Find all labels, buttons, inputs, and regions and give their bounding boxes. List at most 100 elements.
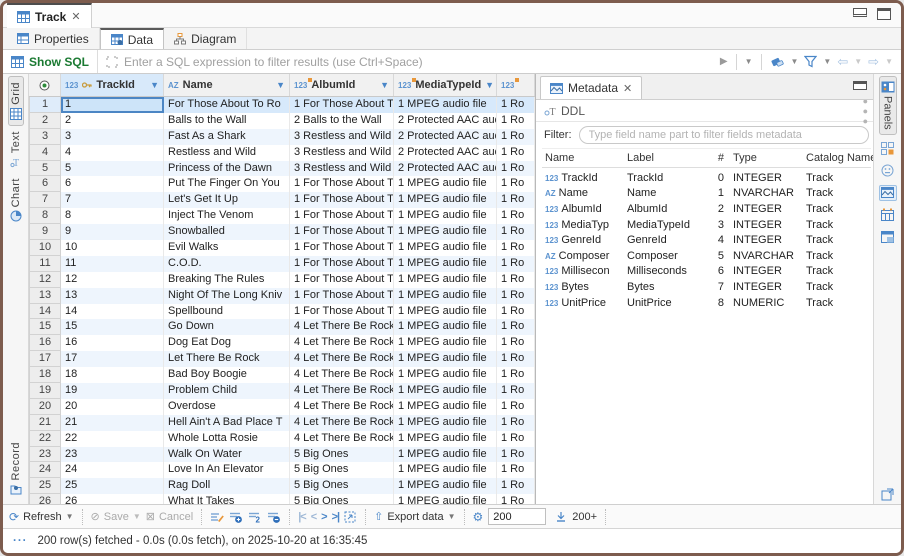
cell-genreid[interactable]: 1 Ro [497, 176, 535, 192]
cell-albumid[interactable]: 3 Restless and Wild [290, 129, 394, 145]
goto-row-icon[interactable] [344, 511, 357, 523]
cell-genreid[interactable]: 1 Ro [497, 335, 535, 351]
cell-trackid[interactable]: 5 [61, 161, 164, 177]
cell-mediatypeid[interactable]: 1 MPEG audio file [394, 288, 497, 304]
row-number[interactable]: 11 [29, 256, 61, 272]
metadata-row-milliseconds[interactable]: 123MilliseconMilliseconds6INTEGERTrack [542, 264, 871, 280]
cell-albumid[interactable]: 1 For Those About To [290, 240, 394, 256]
cell-name[interactable]: Inject The Venom [164, 208, 290, 224]
metadata-row-composer[interactable]: AZComposerComposer5NVARCHARTrack [542, 248, 871, 264]
filter-history-dropdown-icon[interactable]: ▼ [745, 57, 753, 66]
cell-albumid[interactable]: 4 Let There Be Rock [290, 399, 394, 415]
cell-name[interactable]: Walk On Water [164, 447, 290, 463]
metadata-row-albumid[interactable]: 123AlbumIdAlbumId2INTEGERTrack [542, 201, 871, 217]
cell-trackid[interactable]: 24 [61, 462, 164, 478]
cell-mediatypeid[interactable]: 1 MPEG audio file [394, 240, 497, 256]
cancel-button[interactable]: ⊠ Cancel [146, 510, 193, 523]
metadata-minimize-icon[interactable] [853, 81, 867, 90]
cell-trackid[interactable]: 6 [61, 176, 164, 192]
cell-name[interactable]: Put The Finger On You [164, 176, 290, 192]
cell-mediatypeid[interactable]: 1 MPEG audio file [394, 462, 497, 478]
view-tab-record[interactable]: Record [9, 437, 23, 500]
tab-data[interactable]: Data [100, 28, 164, 49]
cell-name[interactable]: Rag Doll [164, 478, 290, 494]
cell-name[interactable]: Problem Child [164, 383, 290, 399]
select-all-cell[interactable] [29, 74, 61, 96]
tab-metadata-close-icon[interactable]: ✕ [623, 82, 632, 95]
cell-genreid[interactable]: 1 Ro [497, 319, 535, 335]
cell-genreid[interactable]: 1 Ro [497, 113, 535, 129]
cell-mediatypeid[interactable]: 2 Protected AAC audio [394, 129, 497, 145]
cell-genreid[interactable]: 1 Ro [497, 304, 535, 320]
status-menu-icon[interactable]: ··· [13, 535, 28, 547]
cell-trackid[interactable]: 18 [61, 367, 164, 383]
cell-genreid[interactable]: 1 Ro [497, 462, 535, 478]
cell-trackid[interactable]: 10 [61, 240, 164, 256]
cell-albumid[interactable]: 5 Big Ones [290, 494, 394, 504]
edit-cell-icon[interactable] [210, 511, 224, 523]
nav-back-dropdown-icon[interactable]: ▼ [854, 57, 862, 66]
cell-genreid[interactable]: 1 Ro [497, 415, 535, 431]
cell-genreid[interactable]: 1 Ro [497, 161, 535, 177]
cell-name[interactable]: Fast As a Shark [164, 129, 290, 145]
cell-genreid[interactable]: 1 Ro [497, 367, 535, 383]
row-number[interactable]: 13 [29, 288, 61, 304]
row-number[interactable]: 3 [29, 129, 61, 145]
cell-albumid[interactable]: 4 Let There Be Rock [290, 335, 394, 351]
cell-trackid[interactable]: 15 [61, 319, 164, 335]
cell-albumid[interactable]: 5 Big Ones [290, 478, 394, 494]
cell-genreid[interactable]: 1 Ro [497, 208, 535, 224]
tab-diagram[interactable]: Diagram [164, 28, 247, 49]
row-number[interactable]: 7 [29, 192, 61, 208]
metadata-row-bytes[interactable]: 123BytesBytes7INTEGERTrack [542, 279, 871, 295]
column-filter-dropdown-icon[interactable]: ▼ [380, 80, 389, 90]
fetch-more-label[interactable]: 200+ [572, 511, 597, 523]
metadata-row-trackid[interactable]: 123TrackIdTrackId0INTEGERTrack [542, 170, 871, 186]
sql-filter-input[interactable]: Enter a SQL expression to filter results… [98, 50, 712, 73]
cell-trackid[interactable]: 8 [61, 208, 164, 224]
row-number[interactable]: 2 [29, 113, 61, 129]
cell-trackid[interactable]: 13 [61, 288, 164, 304]
row-number[interactable]: 6 [29, 176, 61, 192]
cell-genreid[interactable]: 1 Ro [497, 478, 535, 494]
erase-filter-dropdown-icon[interactable]: ▼ [791, 57, 799, 66]
column-filter-dropdown-icon[interactable]: ▼ [485, 80, 494, 90]
row-number[interactable]: 4 [29, 145, 61, 161]
cell-albumid[interactable]: 4 Let There Be Rock [290, 367, 394, 383]
cell-mediatypeid[interactable]: 1 MPEG audio file [394, 192, 497, 208]
cell-trackid[interactable]: 23 [61, 447, 164, 463]
cell-name[interactable]: Evil Walks [164, 240, 290, 256]
row-number[interactable]: 25 [29, 478, 61, 494]
cell-name[interactable]: Whole Lotta Rosie [164, 431, 290, 447]
cell-genreid[interactable]: 1 Ro [497, 129, 535, 145]
row-number[interactable]: 26 [29, 494, 61, 504]
column-header-genreid[interactable]: 123 [497, 74, 535, 96]
ddl-label[interactable]: DDL [561, 104, 585, 118]
row-number[interactable]: 19 [29, 383, 61, 399]
panels-toggle-button[interactable]: Panels [879, 76, 897, 135]
column-header-mediatypeid[interactable]: 123MediaTypeId▼ [394, 74, 497, 96]
view-tab-chart[interactable]: Chart [9, 173, 23, 227]
cell-genreid[interactable]: 1 Ro [497, 97, 535, 113]
delete-row-icon[interactable] [267, 511, 281, 523]
metadata-row-unitprice[interactable]: 123UnitPriceUnitPrice8NUMERICTrack [542, 295, 871, 311]
row-number[interactable]: 1 [29, 97, 61, 113]
cell-trackid[interactable]: 4 [61, 145, 164, 161]
row-number[interactable]: 9 [29, 224, 61, 240]
add-row-icon[interactable] [229, 511, 243, 523]
cell-mediatypeid[interactable]: 1 MPEG audio file [394, 97, 497, 113]
erase-filter-icon[interactable] [770, 55, 785, 68]
row-number[interactable]: 16 [29, 335, 61, 351]
value-viewer-panel-icon[interactable] [879, 163, 897, 179]
show-sql-button[interactable]: Show SQL [3, 50, 98, 73]
cell-mediatypeid[interactable]: 1 MPEG audio file [394, 335, 497, 351]
row-number[interactable]: 12 [29, 272, 61, 288]
cell-trackid[interactable]: 3 [61, 129, 164, 145]
column-filter-dropdown-icon[interactable]: ▼ [150, 80, 159, 90]
cell-genreid[interactable]: 1 Ro [497, 272, 535, 288]
nav-back-icon[interactable]: ⇦ [837, 54, 848, 70]
cell-albumid[interactable]: 4 Let There Be Rock [290, 319, 394, 335]
cell-albumid[interactable]: 4 Let There Be Rock [290, 415, 394, 431]
first-row-icon[interactable]: |< [298, 511, 306, 523]
view-tab-text[interactable]: Text T [9, 126, 23, 173]
